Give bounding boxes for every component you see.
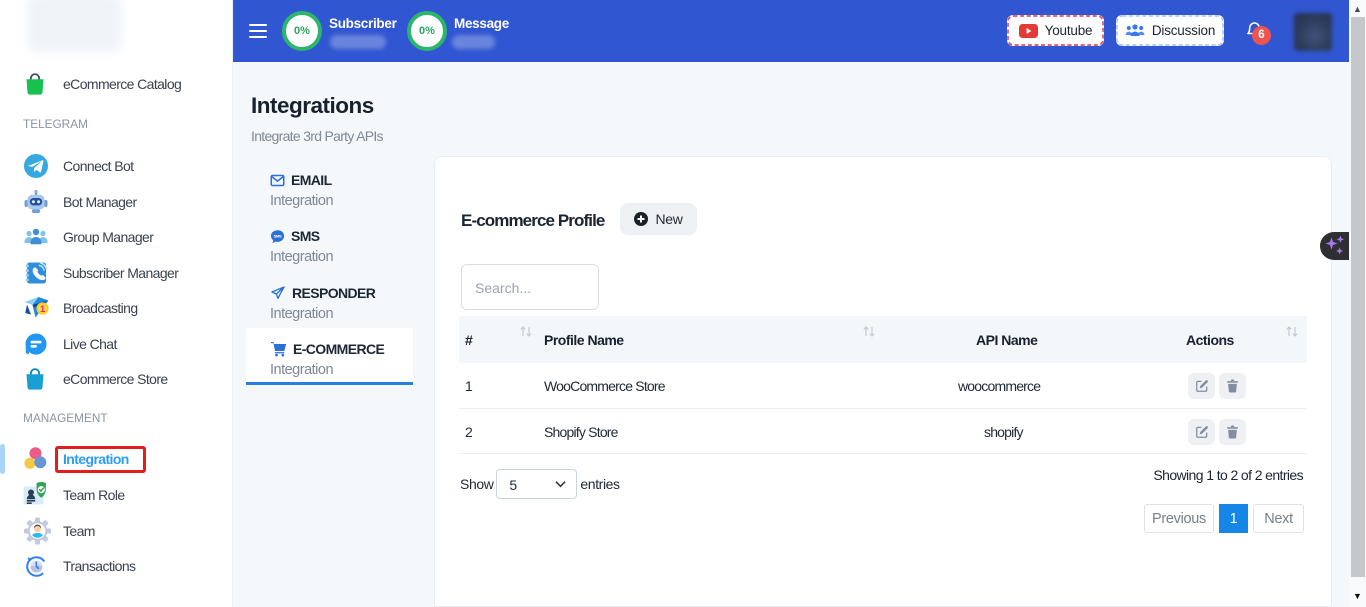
svg-text:1: 1	[40, 304, 46, 315]
svg-text:SMS: SMS	[274, 233, 282, 238]
